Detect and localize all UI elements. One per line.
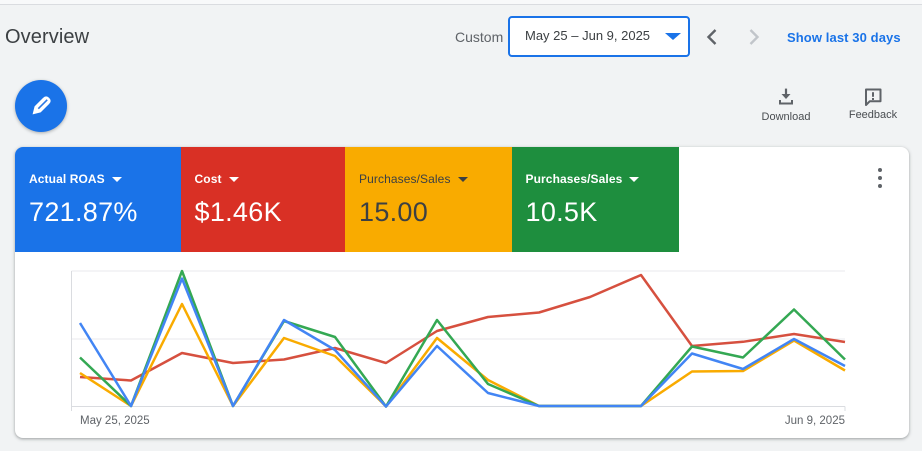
svg-text:Jun 9, 2025: Jun 9, 2025 <box>785 415 845 427</box>
svg-text:May 25, 2025: May 25, 2025 <box>80 415 150 427</box>
